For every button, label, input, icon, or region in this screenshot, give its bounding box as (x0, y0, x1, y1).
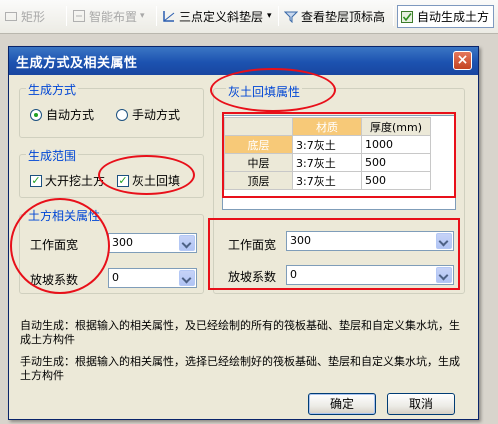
toolbar-separator (66, 6, 67, 26)
toolbar-auto-generate-button[interactable]: 自动生成土方 (397, 5, 495, 28)
scope-legend: 生成范围 (26, 147, 79, 164)
annotation-ellipse-backfill-title (210, 68, 336, 112)
close-button[interactable]: × (453, 51, 472, 70)
radio-auto-method[interactable]: 自动方式 (30, 106, 94, 123)
radio-manual-method[interactable]: 手动方式 (116, 106, 180, 123)
view-elevation-icon (283, 9, 299, 24)
auto-description: 自动生成：根据输入的相关属性，及已经绘制的所有的筏板基础、垫层和自定义集水坑，生… (20, 319, 460, 346)
ok-button[interactable]: 确定 (308, 393, 376, 415)
chevron-down-icon (179, 270, 195, 286)
method-legend: 生成方式 (26, 81, 79, 98)
method-group: 生成方式 自动方式 手动方式 (19, 81, 204, 138)
earth-slope-select[interactable]: 0 (108, 268, 197, 288)
dialog-title: 生成方式及相关属性 (16, 56, 138, 71)
chevron-down-icon (179, 235, 195, 251)
toolbar-rectangle-button[interactable]: 矩形 (4, 6, 45, 26)
annotation-ellipse-backfill-checkbox (98, 155, 195, 195)
toolbar-three-point-slope-button[interactable]: 三点定义斜垫层 ▾ (162, 6, 272, 26)
smart-layout-icon (72, 9, 86, 23)
rectangle-icon (4, 9, 18, 23)
toolbar-smart-layout-button[interactable]: 智能布置 ▾ (72, 6, 145, 26)
radio-unselected-icon (116, 108, 128, 121)
toolbar-separator (156, 6, 157, 26)
auto-generate-icon (400, 10, 414, 24)
radio-selected-icon (30, 108, 42, 121)
toolbar-separator (278, 6, 279, 26)
toolbar-separator (393, 6, 394, 26)
checkbox-checked-icon: ✓ (30, 173, 42, 187)
cancel-button[interactable]: 取消 (387, 393, 455, 415)
close-icon: × (456, 52, 469, 68)
annotation-box-backfill-props (208, 218, 460, 290)
checkbox-excavation[interactable]: ✓ 大开挖土方 (30, 172, 105, 189)
earth-work-width-select[interactable]: 300 (108, 233, 197, 253)
toolbar-view-elevation-button[interactable]: 查看垫层顶标高 (283, 6, 385, 26)
toolbar: 矩形 智能布置 ▾ 三点定义斜垫层 ▾ 查看垫层顶标高 自动生成土方 (0, 0, 498, 34)
annotation-ellipse-earth-props (10, 198, 110, 294)
manual-description: 手动生成：根据输入的相关属性，选择已经绘制好的筏板基础、垫层和自定义集水坑，生成… (20, 355, 460, 382)
annotation-box-backfill-table (222, 112, 456, 198)
dropdown-arrow-icon: ▾ (140, 11, 145, 21)
dropdown-arrow-icon: ▾ (267, 11, 272, 21)
three-point-slope-icon (162, 9, 176, 23)
